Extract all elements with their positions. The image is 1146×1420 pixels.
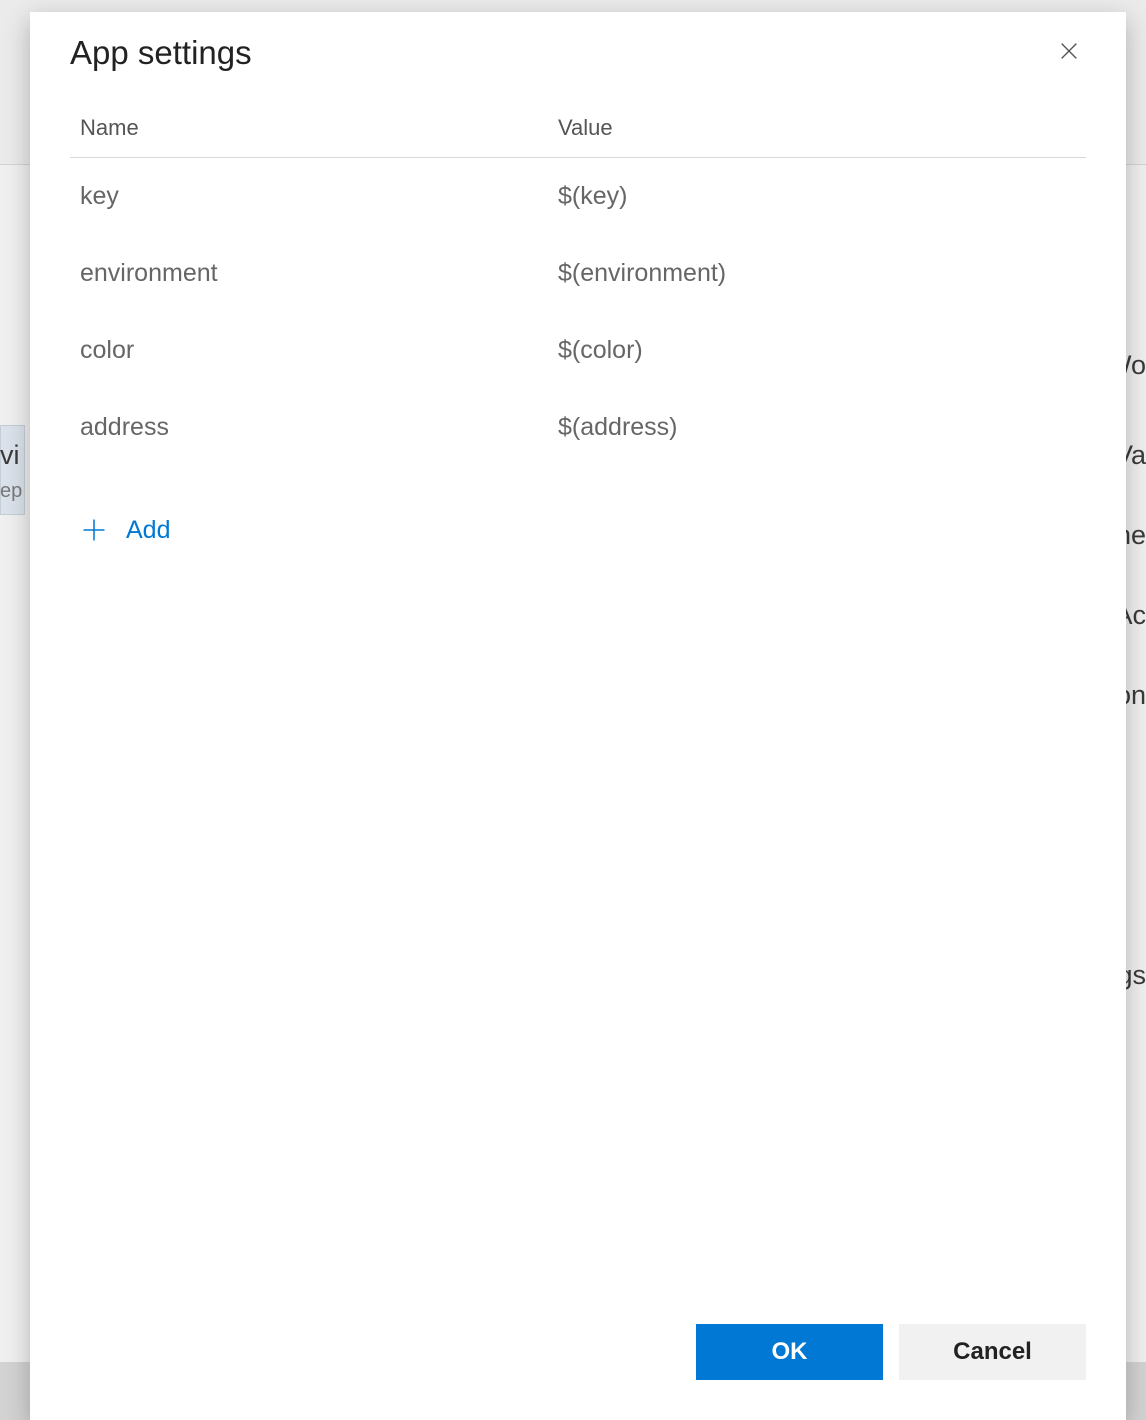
column-header-name: Name <box>80 115 139 140</box>
dialog-body: Name Value key $(key) environment $(envi… <box>30 75 1126 1324</box>
dialog-title: App settings <box>70 32 252 75</box>
setting-value: $(address) <box>558 413 678 441</box>
close-icon <box>1058 40 1080 62</box>
setting-name: color <box>80 336 134 364</box>
add-setting-button[interactable]: Add <box>70 516 1086 545</box>
table-row[interactable]: color $(color) <box>70 312 1086 389</box>
setting-value: $(color) <box>558 336 643 364</box>
table-row[interactable]: address $(address) <box>70 389 1086 466</box>
plus-icon <box>80 516 108 544</box>
app-settings-dialog: App settings Name Value key $(key) <box>30 12 1126 1420</box>
close-button[interactable] <box>1050 32 1088 70</box>
table-row[interactable]: environment $(environment) <box>70 235 1086 312</box>
add-label: Add <box>126 516 170 545</box>
dialog-footer: OK Cancel <box>30 1324 1126 1420</box>
settings-table: Name Value key $(key) environment $(envi… <box>70 115 1086 466</box>
setting-value: $(key) <box>558 182 627 210</box>
dialog-header: App settings <box>30 12 1126 75</box>
setting-value: $(environment) <box>558 259 726 287</box>
setting-name: address <box>80 413 169 441</box>
cancel-button[interactable]: Cancel <box>899 1324 1086 1380</box>
ok-button[interactable]: OK <box>696 1324 883 1380</box>
table-row[interactable]: key $(key) <box>70 158 1086 235</box>
column-header-value: Value <box>558 115 613 140</box>
setting-name: environment <box>80 259 218 287</box>
setting-name: key <box>80 182 119 210</box>
table-header-row: Name Value <box>70 115 1086 158</box>
